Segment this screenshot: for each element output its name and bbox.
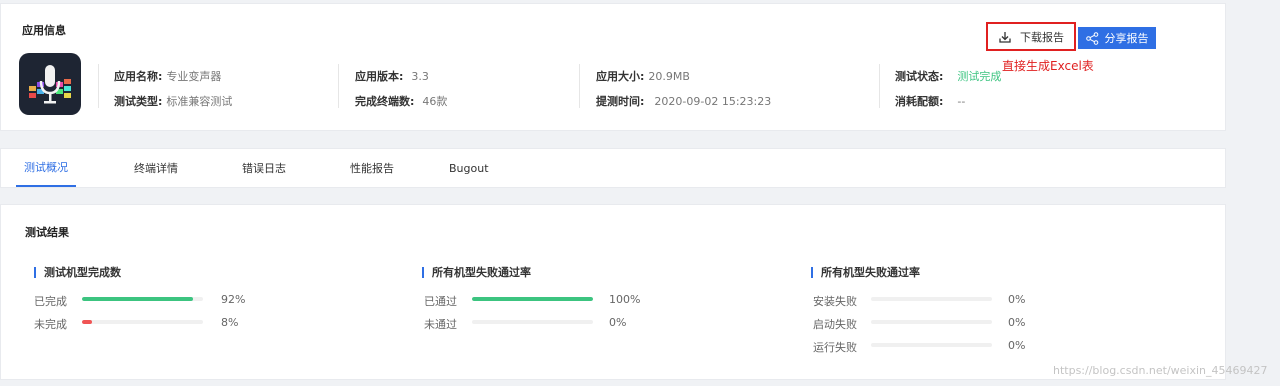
metric-title: 测试机型完成数 [34, 264, 121, 280]
progress-track [871, 343, 992, 347]
divider [338, 64, 339, 108]
field-value: 2020-09-02 15:23:23 [654, 94, 772, 108]
field-value: 46款 [422, 95, 448, 108]
test-result-card: 测试结果 测试机型完成数 已完成 92% 未完成 8% 所有机型失败通过率 已通… [0, 204, 1226, 380]
progress-track [472, 297, 593, 301]
metric-row-label: 启动失败 [813, 318, 857, 331]
download-report-button[interactable]: 下载报告 [986, 22, 1076, 51]
metric-row-label: 已完成 [34, 295, 67, 308]
metric-row-label: 安装失败 [813, 295, 857, 308]
download-report-label: 下载报告 [1020, 30, 1064, 44]
metric-row-percent: 0% [1008, 293, 1026, 306]
progress-track [82, 320, 203, 324]
tab-bar: 测试概况 终端详情 错误日志 性能报告 Bugout [0, 148, 1226, 188]
field-app-version: 应用版本: 3.3 [355, 68, 429, 84]
divider [98, 64, 99, 108]
title-accent [34, 266, 36, 278]
field-quota: 消耗配额: -- [895, 93, 965, 109]
progress-fill [472, 297, 593, 301]
field-key: 消耗配额: [895, 95, 944, 108]
field-test-status: 测试状态: 测试完成 [895, 68, 1001, 84]
app-icon [19, 53, 81, 115]
divider [579, 64, 580, 108]
title-accent [811, 266, 813, 278]
metric-title-label: 测试机型完成数 [44, 266, 121, 279]
field-key: 应用大小: [596, 70, 645, 83]
metric-title: 所有机型失败通过率 [811, 264, 920, 280]
app-info-title: 应用信息 [22, 24, 66, 37]
metric-row-percent: 100% [609, 293, 641, 306]
tab-bugout[interactable]: Bugout [449, 149, 489, 187]
tab-performance-report[interactable]: 性能报告 [350, 149, 394, 187]
progress-track [82, 297, 203, 301]
progress-track [871, 297, 992, 301]
field-value: 3.3 [411, 69, 429, 83]
share-report-label: 分享报告 [1104, 32, 1149, 45]
share-report-button[interactable]: 分享报告 [1078, 27, 1156, 49]
field-key: 应用名称: [114, 70, 163, 83]
field-key: 提测时间: [596, 95, 645, 108]
title-accent [422, 266, 424, 278]
tab-overview[interactable]: 测试概况 [16, 149, 76, 187]
progress-fill [82, 320, 92, 324]
progress-track [472, 320, 593, 324]
field-app-size: 应用大小: 20.9MB [596, 68, 690, 84]
metric-row-percent: 8% [221, 316, 239, 329]
progress-track [871, 320, 992, 324]
field-key: 测试状态: [895, 70, 944, 83]
field-key: 测试类型: [114, 95, 163, 108]
annotation-text: 直接生成Excel表 [1002, 59, 1094, 73]
watermark: https://blog.csdn.net/weixin_45469427 [1053, 364, 1268, 377]
metric-row-percent: 0% [609, 316, 627, 329]
field-test-type: 测试类型: 标准兼容测试 [114, 93, 232, 109]
metric-title-label: 所有机型失败通过率 [821, 266, 920, 279]
test-result-title: 测试结果 [25, 226, 69, 239]
metric-title-label: 所有机型失败通过率 [432, 266, 531, 279]
field-value: 专业变声器 [166, 70, 222, 83]
progress-fill [82, 297, 194, 301]
tab-device-details[interactable]: 终端详情 [134, 149, 178, 187]
metric-row-label: 未通过 [424, 318, 457, 331]
field-submit-time: 提测时间: 2020-09-02 15:23:23 [596, 93, 771, 109]
metric-title: 所有机型失败通过率 [422, 264, 531, 280]
share-icon [1085, 31, 1098, 45]
app-info-card: 应用信息 应用名称: 专业变声器 测试类型: 标准兼容测试 应用版本: 3.3 … [0, 3, 1226, 131]
field-app-name: 应用名称: 专业变声器 [114, 68, 221, 84]
field-value: -- [957, 94, 966, 108]
metric-row-label: 运行失败 [813, 341, 857, 354]
metric-row-percent: 92% [221, 293, 246, 306]
field-key: 应用版本: [355, 70, 404, 83]
field-done-devices: 完成终端数: 46款 [355, 93, 447, 109]
metric-row-percent: 0% [1008, 339, 1026, 352]
field-value: 20.9MB [648, 69, 690, 83]
metric-row-label: 已通过 [424, 295, 457, 308]
divider [879, 64, 880, 108]
metric-row-label: 未完成 [34, 318, 67, 331]
test-status-value: 测试完成 [957, 70, 1002, 83]
metric-row-percent: 0% [1008, 316, 1026, 329]
download-icon [999, 31, 1011, 43]
field-key: 完成终端数: [355, 95, 415, 108]
tab-error-log[interactable]: 错误日志 [242, 149, 286, 187]
field-value: 标准兼容测试 [166, 95, 233, 108]
